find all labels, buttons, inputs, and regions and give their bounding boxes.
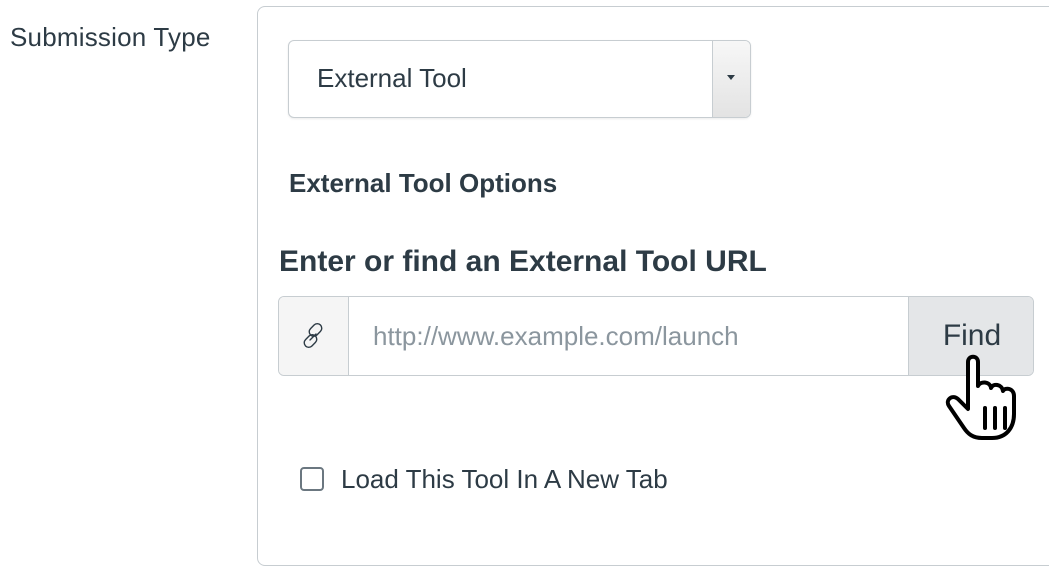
new-tab-checkbox-label[interactable]: Load This Tool In A New Tab [341,464,668,495]
external-tool-url-heading: Enter or find an External Tool URL [279,245,767,278]
submission-type-select[interactable]: External Tool [288,40,751,118]
external-tool-options-heading: External Tool Options [289,168,558,198]
link-addon [279,297,349,375]
select-dropdown-button[interactable] [712,41,750,117]
external-tool-url-input[interactable] [349,297,909,375]
find-button[interactable]: Find [908,297,1033,375]
submission-type-selected-value: External Tool [317,63,467,93]
caret-down-icon [727,75,735,80]
external-tool-url-group: Find [278,296,1034,376]
link-icon [303,323,323,348]
new-tab-checkbox[interactable] [300,467,324,491]
submission-type-label: Submission Type [10,22,211,52]
new-tab-option: Load This Tool In A New Tab [300,460,668,498]
